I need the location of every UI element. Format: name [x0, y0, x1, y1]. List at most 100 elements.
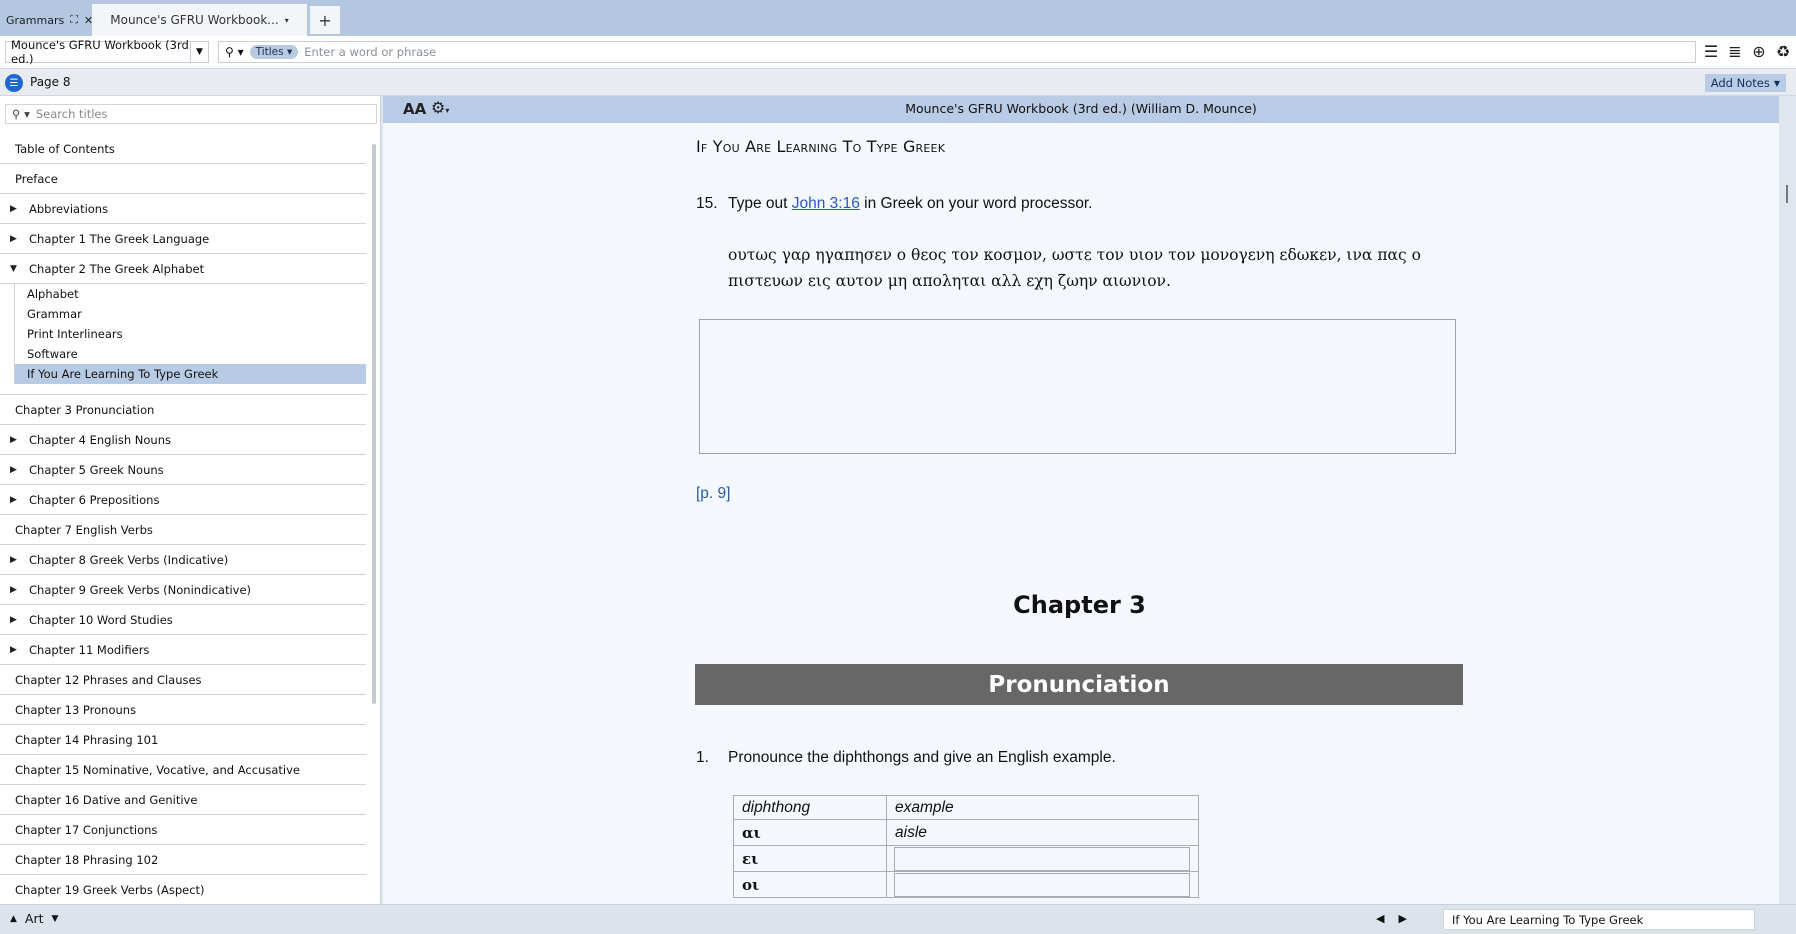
sidebar-item-label: Chapter 10 Word Studies	[29, 612, 173, 627]
sidebar-item-label: Abbreviations	[29, 201, 109, 216]
exercise-number: 15.	[696, 195, 718, 212]
sidebar-item[interactable]: ▶ Chapter 4 English Nouns	[0, 425, 366, 455]
sidebar-item[interactable]: ▶ Chapter 5 Greek Nouns	[0, 455, 366, 485]
answer-text-box[interactable]	[699, 319, 1456, 454]
expand-icon[interactable]: ⛶	[70, 13, 78, 27]
sidebar-subitem[interactable]: Print Interlinears	[14, 324, 366, 344]
toc-list: Table of Contents Preface ▶ Abbreviations ▶ C…	[0, 134, 366, 905]
sidebar-item[interactable]: Chapter 18 Phrasing 102	[0, 845, 366, 875]
sidebar-item-label: Chapter 17 Conjunctions	[15, 822, 158, 837]
tab-workbook[interactable]: Mounce's GFRU Workbook... ▾	[92, 4, 307, 36]
sidebar-item-label: Chapter 2 The Greek Alphabet	[29, 261, 205, 276]
collapsed-arrow-icon[interactable]: ▶	[10, 555, 17, 565]
bottom-bar: ▲ Art ▼ ◀ ▶ If You Are Learning To Type …	[0, 904, 1796, 934]
collapsed-arrow-icon[interactable]: ▶	[10, 204, 17, 214]
sidebar-scrollbar[interactable]	[372, 144, 376, 704]
sidebar-item[interactable]: Table of Contents	[0, 134, 366, 164]
sidebar-subitem[interactable]: Grammar	[14, 304, 366, 324]
search-scope-pill[interactable]: Titles ▾	[249, 45, 299, 59]
search-scope-label: Titles	[255, 46, 284, 58]
sidebar-item-label: Chapter 1 The Greek Language	[29, 231, 210, 246]
sidebar-item[interactable]: Chapter 14 Phrasing 101	[0, 725, 366, 755]
resource-select[interactable]: Mounce's GFRU Workbook (3rd ed.) ▼	[5, 38, 209, 66]
tab-grammars[interactable]: Grammars ⛶ ✕	[0, 4, 99, 36]
sidebar-item[interactable]: Chapter 7 English Verbs	[0, 515, 366, 545]
sidebar-subitem[interactable]: Software	[14, 344, 366, 364]
greek-line: ουτως γαρ ηγαπησεν ο θεος τον κοσμον, ωσ…	[728, 246, 1421, 264]
sidebar-item[interactable]: ▶ Chapter 1 The Greek Language	[0, 224, 366, 254]
table-row: οι	[733, 871, 1199, 898]
parallel-resources-icon[interactable]: ☰	[1702, 42, 1720, 61]
diphthong-cell: αι	[733, 819, 887, 846]
john-3-16-link[interactable]: John 3:16	[792, 195, 860, 212]
sidebar-item[interactable]: Chapter 17 Conjunctions	[0, 815, 366, 845]
collapsed-arrow-icon[interactable]: ▶	[10, 465, 17, 475]
sidebar-item[interactable]: Chapter 19 Greek Verbs (Aspect)	[0, 875, 366, 905]
add-circle-icon[interactable]: ⊕	[1750, 42, 1768, 61]
search-placeholder: Enter a word or phrase	[304, 45, 437, 59]
sidebar-item[interactable]: ▶ Chapter 10 Word Studies	[0, 605, 366, 635]
sidebar-item[interactable]: Chapter 13 Pronouns	[0, 695, 366, 725]
previous-arrow-icon[interactable]: ◀	[1376, 912, 1384, 925]
sidebar-item[interactable]: Chapter 15 Nominative, Vocative, and Acc…	[0, 755, 366, 785]
collapsed-arrow-icon[interactable]: ▶	[10, 585, 17, 595]
add-notes-button[interactable]: Add Notes ▼	[1704, 74, 1786, 92]
chevron-down-icon[interactable]: ▼	[190, 42, 208, 62]
sidebar-item[interactable]: Chapter 16 Dative and Genitive	[0, 785, 366, 815]
sidebar-item[interactable]: ▶ Chapter 9 Greek Verbs (Nonindicative)	[0, 575, 366, 605]
collapsed-arrow-icon[interactable]: ▶	[10, 645, 17, 655]
search-icon[interactable]: ⚲ ▾	[12, 107, 30, 121]
search-icon[interactable]: ⚲ ▾	[225, 45, 244, 59]
text-view-icon[interactable]: ≣	[1726, 42, 1744, 61]
add-notes-label: Add Notes	[1710, 76, 1770, 90]
expanded-arrow-icon[interactable]: ▼	[10, 264, 17, 274]
table-row: αι aisle	[733, 819, 1199, 846]
example-input[interactable]	[894, 846, 1190, 871]
sidebar-subitem[interactable]: If You Are Learning To Type Greek	[14, 364, 366, 384]
search-titles-input[interactable]: ⚲ ▾ Search titles	[5, 104, 377, 124]
sidebar-item[interactable]: ▶ Chapter 8 Greek Verbs (Indicative)	[0, 545, 366, 575]
exercise-text-before: Type out	[728, 195, 792, 212]
tab-bar: Grammars ⛶ ✕ Mounce's GFRU Workbook... ▾…	[0, 0, 1796, 36]
page-indicator[interactable]: Page 8	[30, 75, 71, 89]
sidebar-item[interactable]: Preface	[0, 164, 366, 194]
sidebar-item[interactable]: Chapter 3 Pronunciation	[0, 395, 366, 425]
column-header-example: example	[886, 795, 1199, 820]
sidebar-item-label: Chapter 19 Greek Verbs (Aspect)	[15, 882, 205, 897]
collapsed-arrow-icon[interactable]: ▶	[10, 435, 17, 445]
sidebar-item-label: Chapter 8 Greek Verbs (Indicative)	[29, 552, 229, 567]
sidebar-item[interactable]: Chapter 12 Phrases and Clauses	[0, 665, 366, 695]
sidebar-item[interactable]: ▶ Abbreviations	[0, 194, 366, 224]
example-input[interactable]	[894, 872, 1190, 897]
chapter-title-banner: Pronunciation	[695, 664, 1463, 705]
recycle-icon[interactable]: ♻	[1774, 42, 1792, 61]
search-input[interactable]: ⚲ ▾ Titles ▾ Enter a word or phrase	[218, 41, 1696, 63]
art-panel-button[interactable]: ▲ Art ▼	[10, 911, 58, 926]
collapsed-arrow-icon[interactable]: ▶	[10, 495, 17, 505]
chevron-down-icon[interactable]: ▾	[285, 16, 289, 25]
sidebar-item-label: Chapter 11 Modifiers	[29, 642, 150, 657]
next-arrow-icon[interactable]: ▶	[1398, 912, 1406, 925]
sidebar-item-label: Chapter 6 Prepositions	[29, 492, 160, 507]
current-location-field[interactable]: If You Are Learning To Type Greek	[1443, 909, 1755, 930]
new-tab-button[interactable]: +	[310, 6, 340, 34]
search-titles-placeholder: Search titles	[35, 107, 108, 121]
toolbar-icons: ☰ ≣ ⊕ ♻	[1702, 42, 1792, 61]
table-row: ει	[733, 845, 1199, 872]
sidebar-item[interactable]: ▼ Chapter 2 The Greek Alphabet	[0, 254, 366, 284]
sidebar-item[interactable]: ▶ Chapter 6 Prepositions	[0, 485, 366, 515]
chapter-number: Chapter 3	[1013, 591, 1146, 619]
collapsed-arrow-icon[interactable]: ▶	[10, 615, 17, 625]
sidebar-item[interactable]: ▶ Chapter 11 Modifiers	[0, 635, 366, 665]
reader-content: If You Are Learning To Type Greek 15. Typ…	[383, 123, 1779, 904]
toc-list-icon[interactable]: ☰	[5, 74, 23, 92]
resource-title: Mounce's GFRU Workbook (3rd ed.) (Willia…	[905, 101, 1257, 116]
collapsed-arrow-icon[interactable]: ▶	[10, 234, 17, 244]
tab-workbook-label: Mounce's GFRU Workbook...	[110, 13, 279, 27]
reader-scrollbar[interactable]	[1786, 185, 1788, 203]
sidebar-subitem[interactable]: Alphabet	[14, 284, 366, 304]
sidebar-item-label: Chapter 5 Greek Nouns	[29, 462, 164, 477]
column-header-diphthong: diphthong	[733, 795, 887, 820]
nav-arrows: ◀ ▶	[1376, 912, 1407, 925]
example-cell	[886, 845, 1199, 872]
